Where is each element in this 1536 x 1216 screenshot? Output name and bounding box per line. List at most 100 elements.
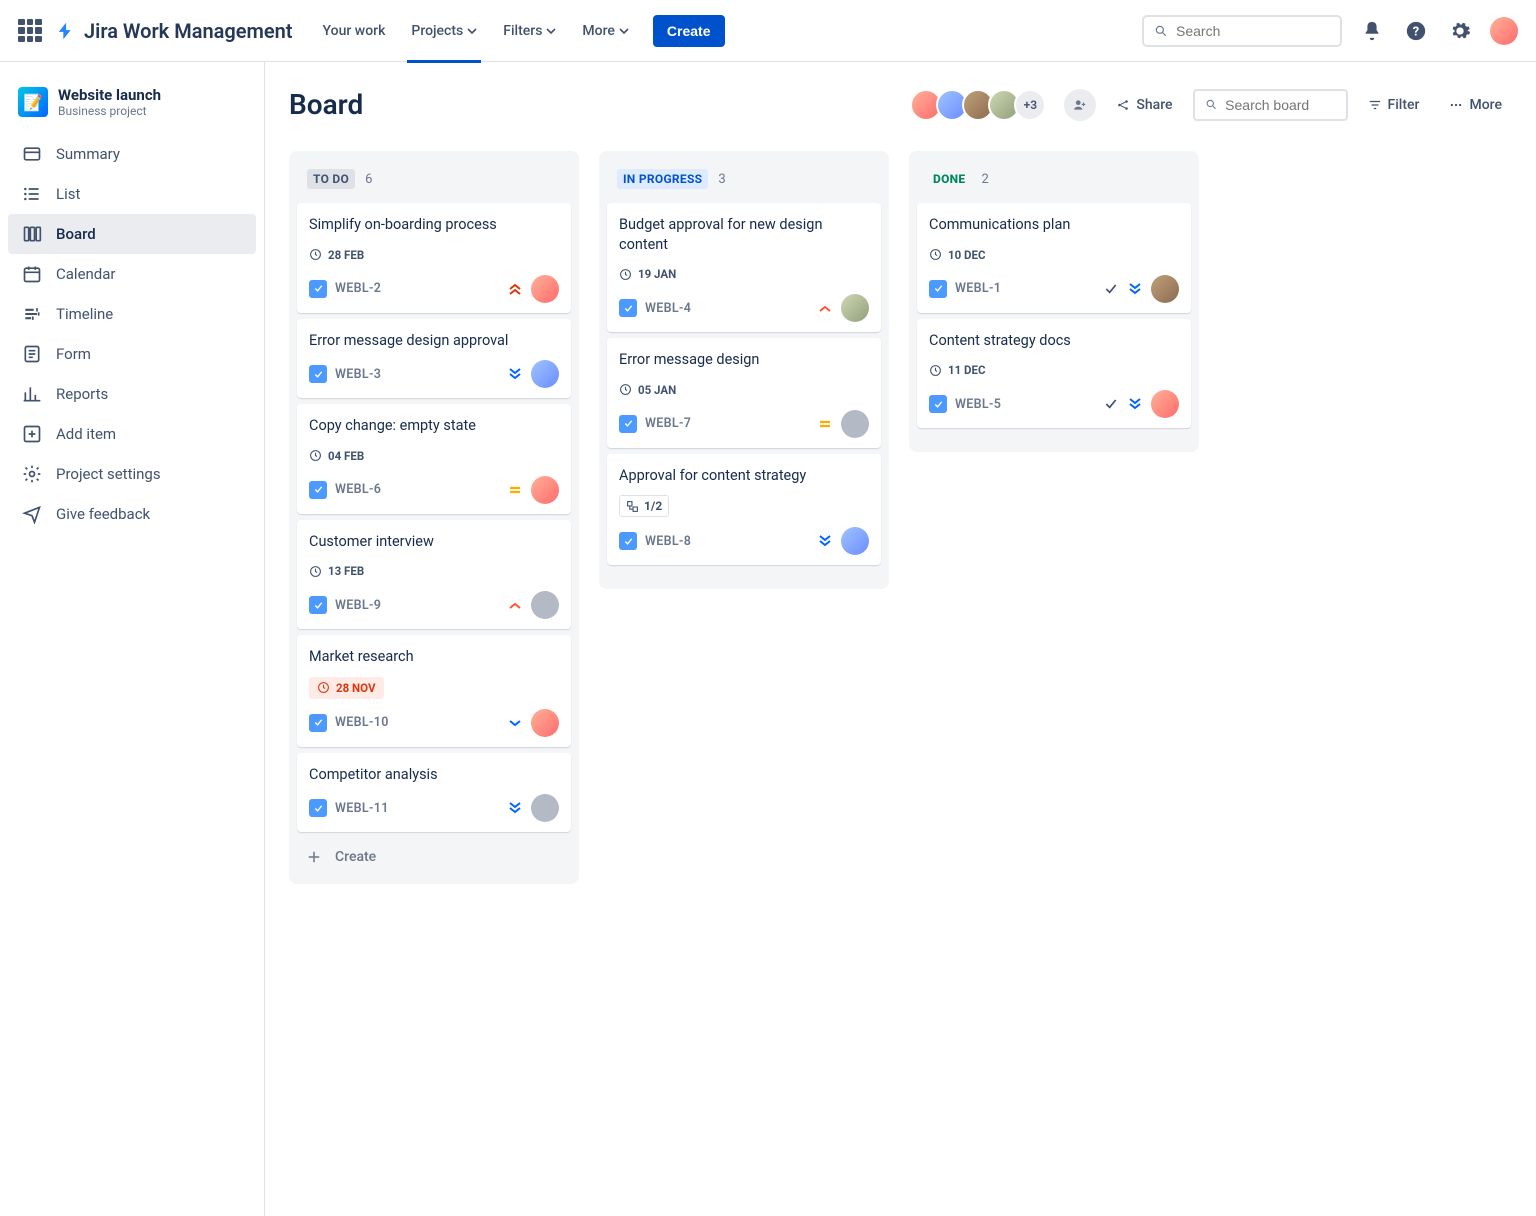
clock-icon — [619, 268, 632, 281]
sidebar-item-timeline[interactable]: Timeline — [8, 294, 256, 334]
issue-card[interactable]: Error message design05 JAN WEBL-7 — [607, 338, 881, 448]
assignee-avatar[interactable] — [841, 294, 869, 322]
nav-projects[interactable]: Projects — [401, 15, 487, 47]
product-logo[interactable]: Jira Work Management — [56, 19, 293, 43]
due-date-badge: 04 FEB — [309, 446, 364, 466]
nav-filters[interactable]: Filters — [493, 15, 566, 47]
priority-icon — [507, 715, 523, 731]
avatar-stack[interactable]: +3 — [916, 89, 1046, 121]
sidebar-item-feedback[interactable]: Give feedback — [8, 494, 256, 534]
project-icon: 📝 — [18, 87, 48, 117]
board-search-input[interactable] — [1225, 97, 1335, 113]
sidebar-item-reports[interactable]: Reports — [8, 374, 256, 414]
card-title: Error message design — [619, 350, 869, 370]
issue-key: WEBL-1 — [955, 281, 1001, 296]
task-type-icon — [619, 299, 637, 317]
issue-card[interactable]: Error message design approval WEBL-3 — [297, 319, 571, 399]
more-button[interactable]: More — [1439, 91, 1512, 119]
issue-card[interactable]: Communications plan10 DEC WEBL-1 — [917, 203, 1191, 313]
assignee-avatar[interactable] — [531, 591, 559, 619]
sidebar-item-label: Give feedback — [56, 505, 150, 523]
sidebar-item-list[interactable]: List — [8, 174, 256, 214]
issue-card[interactable]: Competitor analysis WEBL-11 — [297, 753, 571, 833]
sidebar-item-add[interactable]: Add item — [8, 414, 256, 454]
priority-icon — [507, 482, 523, 498]
column-count: 6 — [365, 172, 372, 187]
assignee-avatar[interactable] — [531, 275, 559, 303]
issue-card[interactable]: Copy change: empty state04 FEB WEBL-6 — [297, 404, 571, 514]
summary-icon — [22, 144, 42, 164]
subtask-badge: 1/2 — [619, 495, 669, 517]
global-search[interactable] — [1142, 15, 1342, 47]
main-content: Board +3 Share Filter — [265, 62, 1536, 1216]
assignee-avatar[interactable] — [531, 360, 559, 388]
task-type-icon — [309, 280, 327, 298]
sidebar-item-label: Reports — [56, 385, 108, 403]
card-footer: WEBL-5 — [929, 390, 1179, 418]
priority-icon — [1127, 281, 1143, 297]
task-type-icon — [309, 365, 327, 383]
column-done: DONE 2 Communications plan10 DEC WEBL-1 … — [909, 151, 1199, 452]
project-name: Website launch — [58, 86, 161, 104]
clock-icon — [309, 565, 322, 578]
share-button[interactable]: Share — [1106, 91, 1182, 119]
sidebar-item-summary[interactable]: Summary — [8, 134, 256, 174]
help-icon[interactable]: ? — [1402, 17, 1430, 45]
task-type-icon — [309, 481, 327, 499]
issue-key: WEBL-10 — [335, 715, 389, 730]
assignee-avatar[interactable] — [841, 410, 869, 438]
app-switcher-icon[interactable] — [18, 19, 42, 43]
sidebar-item-label: Calendar — [56, 265, 116, 283]
global-search-input[interactable] — [1176, 23, 1330, 39]
priority-icon — [507, 800, 523, 816]
card-footer: WEBL-2 — [309, 275, 559, 303]
assignee-avatar[interactable] — [531, 709, 559, 737]
create-issue-button[interactable]: Create — [297, 838, 571, 866]
board-search[interactable] — [1193, 89, 1348, 121]
due-date-badge: 28 NOV — [309, 677, 384, 699]
nav-more[interactable]: More — [572, 15, 639, 47]
project-header[interactable]: 📝 Website launch Business project — [8, 82, 256, 134]
create-button[interactable]: Create — [653, 15, 725, 47]
assignee-avatar[interactable] — [841, 527, 869, 555]
column-header: TO DO 6 — [297, 163, 571, 203]
issue-card[interactable]: Budget approval for new design content19… — [607, 203, 881, 332]
issue-card[interactable]: Content strategy docs11 DEC WEBL-5 — [917, 319, 1191, 429]
issue-card[interactable]: Approval for content strategy1/2 WEBL-8 — [607, 454, 881, 566]
assignee-avatar[interactable] — [1151, 390, 1179, 418]
column-title: DONE — [927, 169, 971, 189]
clock-icon — [929, 248, 942, 261]
sidebar-item-board[interactable]: Board — [8, 214, 256, 254]
notifications-icon[interactable] — [1358, 17, 1386, 45]
assignee-avatar[interactable] — [531, 794, 559, 822]
add-people-button[interactable] — [1064, 89, 1096, 121]
issue-card[interactable]: Market research 28 NOV WEBL-10 — [297, 635, 571, 747]
nav-your-work[interactable]: Your work — [313, 15, 396, 47]
column-count: 3 — [718, 172, 725, 187]
issue-card[interactable]: Customer interview13 FEB WEBL-9 — [297, 520, 571, 630]
column-progress: IN PROGRESS 3 Budget approval for new de… — [599, 151, 889, 589]
reports-icon — [22, 384, 42, 404]
card-footer: WEBL-10 — [309, 709, 559, 737]
filter-button[interactable]: Filter — [1358, 91, 1430, 119]
sidebar-item-calendar[interactable]: Calendar — [8, 254, 256, 294]
profile-avatar[interactable] — [1490, 17, 1518, 45]
task-type-icon — [309, 596, 327, 614]
assignee-avatar[interactable] — [1151, 275, 1179, 303]
avatar-overflow[interactable]: +3 — [1014, 89, 1046, 121]
priority-icon — [507, 281, 523, 297]
sidebar-item-settings[interactable]: Project settings — [8, 454, 256, 494]
issue-key: WEBL-5 — [955, 397, 1001, 412]
due-date-badge: 28 FEB — [309, 245, 364, 265]
assignee-avatar[interactable] — [531, 476, 559, 504]
priority-icon — [817, 533, 833, 549]
search-icon — [1205, 97, 1218, 112]
card-title: Market research — [309, 647, 559, 667]
settings-icon[interactable] — [1446, 17, 1474, 45]
card-title: Competitor analysis — [309, 765, 559, 785]
timeline-icon — [22, 304, 42, 324]
card-footer: WEBL-11 — [309, 794, 559, 822]
issue-card[interactable]: Simplify on-boarding process28 FEB WEBL-… — [297, 203, 571, 313]
card-footer: WEBL-8 — [619, 527, 869, 555]
sidebar-item-form[interactable]: Form — [8, 334, 256, 374]
